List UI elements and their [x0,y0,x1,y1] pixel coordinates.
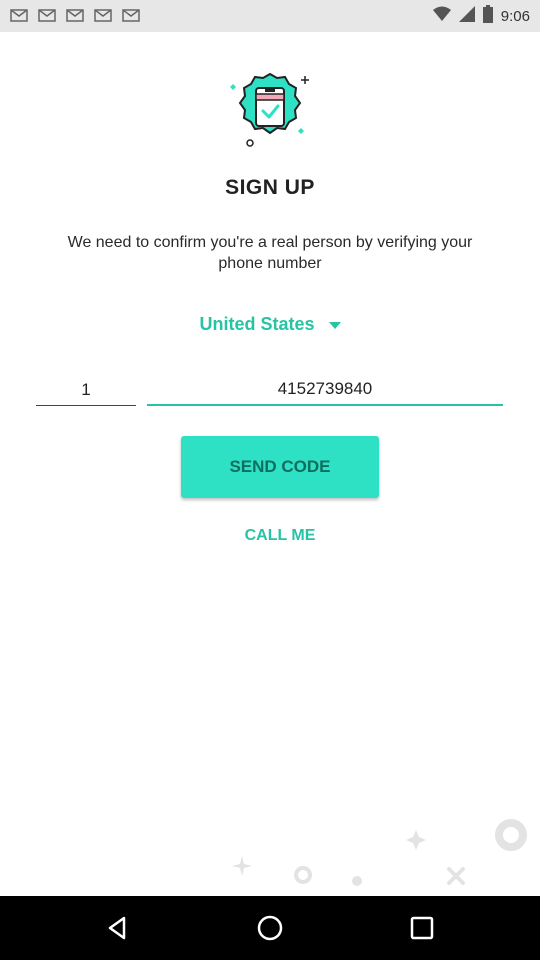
chevron-down-icon [328,321,341,329]
recents-icon[interactable] [402,908,442,948]
signal-icon [458,5,475,27]
mail-icon [122,6,140,24]
status-time: 9:06 [500,7,530,25]
sparkle-icon [230,854,254,883]
cross-icon [446,866,466,891]
country-code-field[interactable] [36,374,136,406]
phone-number-field[interactable] [147,374,503,406]
wifi-icon [432,6,451,27]
phone-verified-badge-icon [225,68,315,152]
battery-icon [482,4,493,28]
dot-icon [351,874,363,892]
status-bar: 9:06 [0,0,540,32]
navigation-bar [0,896,540,960]
notification-icons [10,6,140,24]
mail-icon [94,6,112,24]
page-subtitle: We need to confirm you're a real person … [67,234,473,272]
mail-icon [10,6,28,24]
mail-icon [66,6,84,24]
call-me-button[interactable]: CALL ME [220,522,340,550]
send-code-button[interactable]: SEND CODE [181,436,379,498]
page-title: SIGN UP [225,176,315,199]
home-icon[interactable] [250,908,290,948]
system-icons: 9:06 [432,0,530,32]
back-icon[interactable] [98,908,138,948]
mail-icon [38,6,56,24]
country-selector[interactable]: United States [175,310,365,338]
ring-icon [292,864,314,891]
ring-icon [494,818,528,857]
country-label: United States [199,313,315,334]
diamond-sparkle-icon [404,828,428,857]
